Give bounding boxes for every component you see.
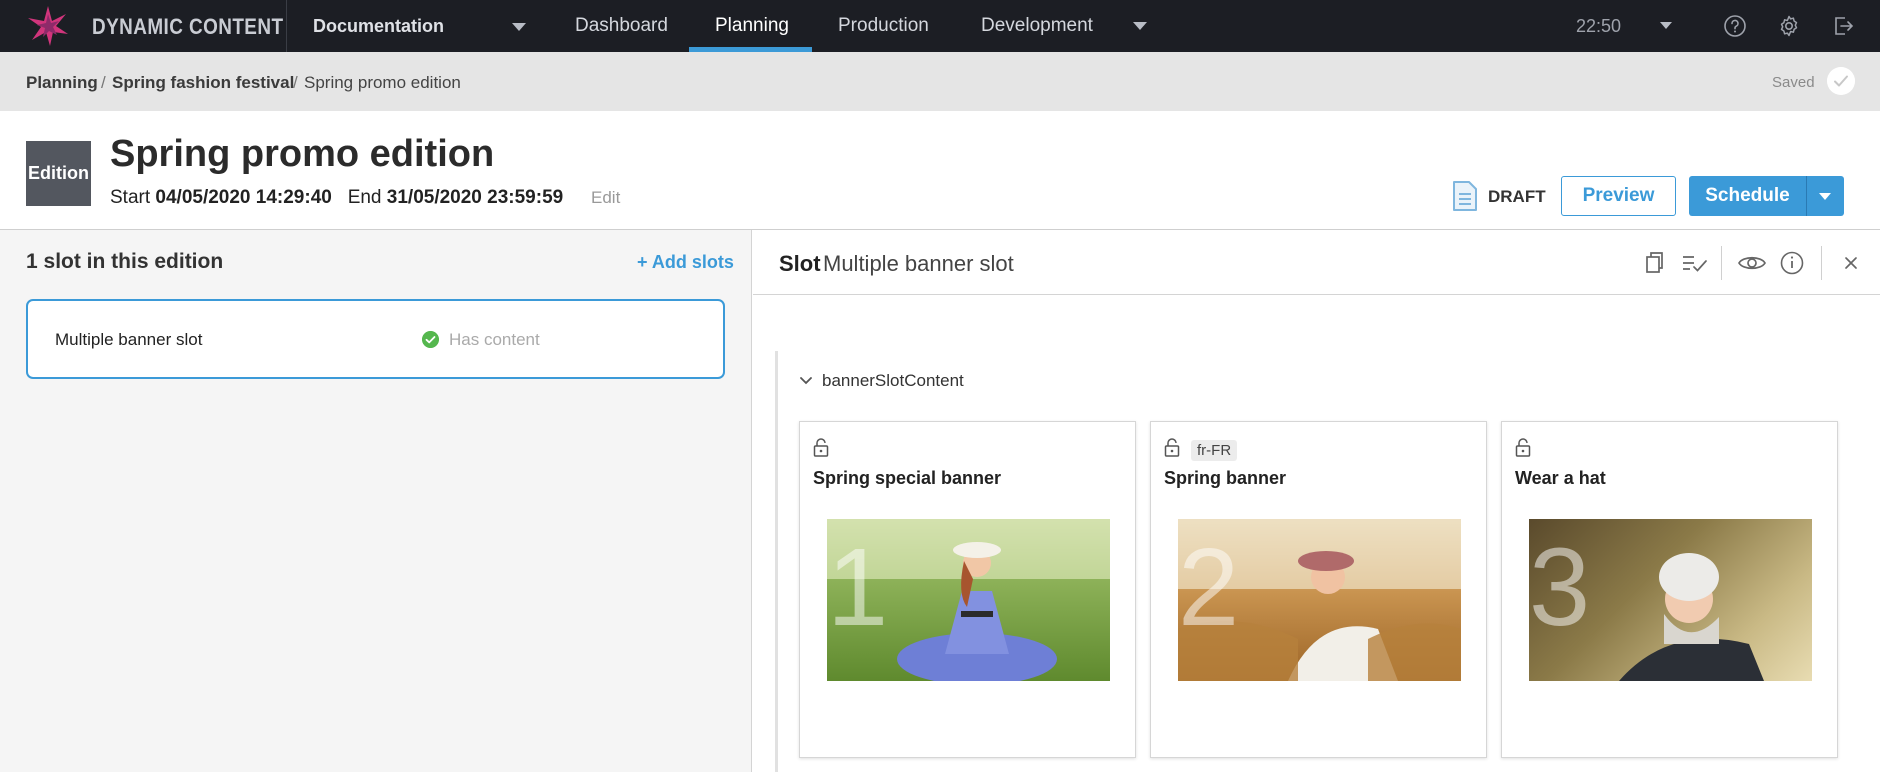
- tab-production[interactable]: Production: [838, 15, 929, 37]
- eye-icon[interactable]: [1737, 250, 1767, 276]
- slot-count: 1 slot in this edition: [26, 250, 224, 273]
- breadcrumb-separator: /: [101, 73, 106, 92]
- card-title: Spring special banner: [813, 468, 1002, 488]
- banner-card[interactable]: Spring special banner 1: [799, 421, 1136, 758]
- unlock-icon[interactable]: [1515, 437, 1531, 457]
- slot-content: bannerSlotContent Spring special banner: [753, 296, 1880, 772]
- slot-name: Multiple banner slot: [55, 330, 203, 349]
- slot-header: Slot Multiple banner slot: [753, 230, 1880, 295]
- preview-button[interactable]: Preview: [1561, 176, 1676, 216]
- top-nav: DYNAMIC CONTENT Documentation Dashboard …: [0, 0, 1880, 52]
- hub-chevron-down-icon[interactable]: [512, 23, 526, 31]
- slot-label: Slot: [779, 251, 821, 276]
- clock: 22:50: [1576, 16, 1622, 36]
- section-title: bannerSlotContent: [822, 371, 964, 390]
- logout-icon[interactable]: [1831, 14, 1855, 38]
- card-title: Spring banner: [1164, 468, 1287, 488]
- chevron-down-icon: [1819, 193, 1831, 200]
- page-title: Spring promo edition: [110, 133, 495, 175]
- slot-card[interactable]: Multiple banner slot Has content: [26, 299, 725, 379]
- breadcrumb-planning[interactable]: Planning: [26, 73, 98, 93]
- edition-dates: Start 04/05/2020 14:29:40 End 31/05/2020…: [110, 187, 563, 209]
- banner-card[interactable]: Wear a hat 3: [1501, 421, 1838, 758]
- schedule-options-button[interactable]: [1806, 176, 1844, 216]
- copy-icon[interactable]: [1641, 250, 1667, 276]
- slot-status: Has content: [449, 330, 540, 349]
- end-date: 31/05/2020 23:59:59: [386, 187, 564, 208]
- check-circle-icon: [422, 331, 439, 348]
- edition-badge: Edition: [26, 141, 91, 206]
- help-icon[interactable]: [1723, 14, 1747, 38]
- hub-selector[interactable]: Documentation: [313, 16, 444, 37]
- breadcrumb-separator: /: [293, 73, 298, 92]
- unlock-icon[interactable]: [1164, 437, 1180, 457]
- banner-card[interactable]: fr-FR Spring banner 2: [1150, 421, 1487, 758]
- card-index: 1: [827, 526, 889, 649]
- tab-planning[interactable]: Planning: [715, 15, 789, 37]
- document-icon: [1453, 181, 1477, 211]
- tab-development[interactable]: Development: [981, 15, 1093, 37]
- breadcrumb-event[interactable]: Spring fashion festival: [112, 73, 294, 93]
- end-label: End: [347, 187, 382, 208]
- banner-image: 2: [1178, 519, 1461, 681]
- start-date: 04/05/2020 14:29:40: [155, 187, 332, 208]
- banner-image: 3: [1529, 519, 1812, 681]
- gear-icon[interactable]: [1777, 14, 1801, 38]
- toolbar-divider: [1821, 246, 1822, 280]
- section-guide: [775, 351, 778, 772]
- card-index: 2: [1178, 526, 1240, 649]
- development-chevron-down-icon[interactable]: [1133, 22, 1147, 30]
- tab-dashboard[interactable]: Dashboard: [575, 15, 668, 37]
- nav-divider: [286, 0, 287, 52]
- slots-panel: 1 slot in this edition + Add slots Multi…: [0, 230, 752, 772]
- info-icon[interactable]: [1779, 250, 1805, 276]
- check-icon: [1827, 67, 1855, 95]
- clock-chevron-down-icon[interactable]: [1660, 22, 1672, 29]
- logo-icon[interactable]: [26, 4, 70, 48]
- breadcrumb: Planning / Spring fashion festival / Spr…: [0, 52, 1880, 111]
- banner-image: 1: [827, 519, 1110, 681]
- unlock-icon[interactable]: [813, 437, 829, 457]
- locale-badge: fr-FR: [1191, 440, 1238, 461]
- add-slots-button[interactable]: + Add slots: [637, 252, 734, 273]
- close-icon[interactable]: [1838, 250, 1864, 276]
- status-badge: DRAFT: [1488, 187, 1546, 206]
- save-status: Saved: [1772, 74, 1815, 91]
- start-label: Start: [110, 187, 151, 208]
- card-index: 3: [1529, 526, 1591, 649]
- breadcrumb-edition: Spring promo edition: [304, 73, 461, 92]
- slot-title: Multiple banner slot: [823, 251, 1014, 276]
- edit-dates-link[interactable]: Edit: [591, 188, 620, 208]
- slot-detail-panel: Slot Multiple banner slot bannerSlotCont…: [753, 230, 1880, 772]
- chevron-down-icon[interactable]: [799, 376, 813, 386]
- validate-icon[interactable]: [1681, 250, 1707, 276]
- card-title: Wear a hat: [1515, 468, 1606, 488]
- brand-name: DYNAMIC CONTENT: [92, 14, 284, 39]
- schedule-button[interactable]: Schedule: [1689, 176, 1806, 216]
- toolbar-divider: [1721, 246, 1722, 280]
